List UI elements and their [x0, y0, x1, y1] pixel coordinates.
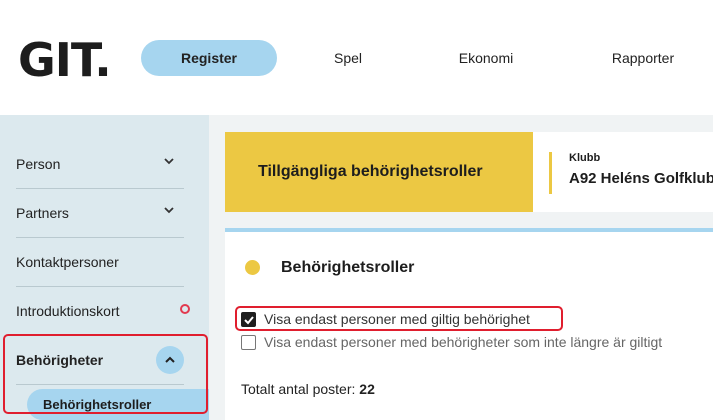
sidebar-item-label: Person: [16, 156, 61, 172]
checkbox-expired-label[interactable]: Visa endast personer med behörigheter so…: [264, 334, 662, 350]
sidebar-item-label: Kontaktpersoner: [16, 254, 119, 270]
page-title: Tillgängliga behörighetsroller: [258, 163, 483, 180]
logo: GIT.: [18, 33, 112, 87]
sidebar-item-label: Introduktionskort: [16, 303, 120, 319]
highlight-box-checkbox: [235, 306, 563, 331]
sidebar-item-label: Partners: [16, 205, 69, 221]
highlight-box-sidebar: [3, 334, 208, 414]
sidebar-item-kontaktpersoner[interactable]: Kontaktpersoner: [16, 238, 184, 287]
club-value: A92 Heléns Golfklubb: [569, 170, 713, 187]
page-banner: Tillgängliga behörighetsroller: [225, 132, 533, 212]
nav-register[interactable]: Register: [141, 40, 277, 76]
nav-ekonomi[interactable]: Ekonomi: [446, 40, 526, 76]
card-title: Behörighetsroller: [281, 259, 415, 276]
total-value: 22: [359, 381, 375, 397]
checkbox-expired[interactable]: [241, 335, 256, 350]
nav-rapporter[interactable]: Rapporter: [597, 40, 689, 76]
nav-spel[interactable]: Spel: [313, 40, 383, 76]
sidebar-item-introduktionskort[interactable]: Introduktionskort: [16, 287, 190, 336]
top-header: GIT. Register Spel Ekonomi Rapporter: [0, 0, 713, 115]
chevron-down-icon: [164, 158, 174, 165]
club-accent-bar: [549, 152, 552, 194]
chevron-down-icon: [164, 207, 174, 214]
total-count: Totalt antal poster: 22: [241, 381, 375, 397]
club-label: Klubb: [569, 152, 601, 164]
sidebar-item-person[interactable]: Person: [16, 140, 184, 189]
sidebar-item-partners[interactable]: Partners: [16, 189, 184, 238]
club-info: Klubb A92 Heléns Golfklubb: [533, 132, 713, 212]
section-dot-icon: [245, 260, 260, 275]
notification-dot-icon: [180, 304, 190, 314]
total-label: Totalt antal poster:: [241, 381, 356, 397]
